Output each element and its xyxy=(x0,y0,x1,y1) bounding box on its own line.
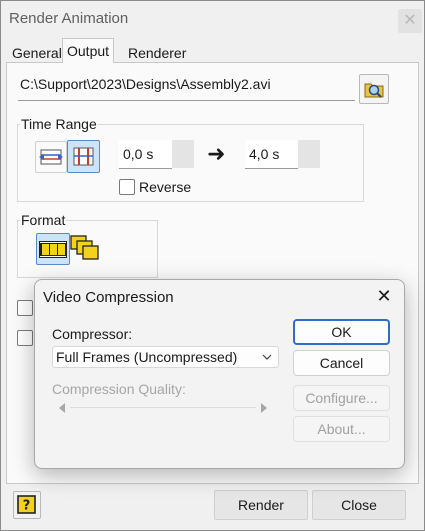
tab-general[interactable]: General xyxy=(8,43,66,63)
cancel-button[interactable]: Cancel xyxy=(293,350,390,376)
modal-title: Video Compression xyxy=(43,289,174,306)
close-button[interactable]: Close xyxy=(312,490,406,520)
compressor-label: Compressor: xyxy=(52,326,133,342)
about-button[interactable]: About... xyxy=(293,416,390,442)
help-button[interactable]: ? xyxy=(13,491,41,519)
slider-right-arrow-icon xyxy=(261,403,267,413)
start-time-spinner[interactable] xyxy=(172,140,194,168)
quality-label: Compression Quality: xyxy=(52,381,186,397)
render-button[interactable]: Render xyxy=(214,490,308,520)
output-file-path[interactable]: C:\Support\2023\Designs\Assembly2.avi xyxy=(20,76,271,92)
arrow-right-icon: ➜ xyxy=(207,141,226,166)
start-time-field[interactable]: 0,0 s xyxy=(119,140,172,169)
help-icon: ? xyxy=(17,495,36,514)
option-checkbox-1[interactable] xyxy=(17,300,33,316)
close-icon: ✕ xyxy=(403,12,417,29)
browse-button[interactable] xyxy=(359,74,389,104)
window-title: Render Animation xyxy=(9,10,129,27)
video-compression-dialog: Video Compression ✕ Compressor: Full Fra… xyxy=(34,279,405,469)
slider-track xyxy=(70,407,256,408)
format-images-button[interactable] xyxy=(69,233,101,263)
path-underline xyxy=(18,100,355,101)
window-close-button[interactable]: ✕ xyxy=(398,9,422,33)
compressor-value: Full Frames (Uncompressed) xyxy=(56,349,238,365)
format-video-button[interactable] xyxy=(36,233,70,265)
end-time-field[interactable]: 4,0 s xyxy=(245,140,298,169)
end-time-spinner[interactable] xyxy=(298,140,320,168)
tab-renderer[interactable]: Renderer xyxy=(124,43,190,63)
film-strip-icon xyxy=(39,241,67,258)
folder-search-icon xyxy=(364,83,384,98)
time-range-label: Time Range xyxy=(20,116,98,132)
tab-output[interactable]: Output xyxy=(62,38,115,63)
full-range-button[interactable] xyxy=(35,141,67,173)
compressor-select[interactable]: Full Frames (Uncompressed) xyxy=(52,346,279,368)
modal-close-button[interactable]: ✕ xyxy=(374,286,394,306)
custom-range-button[interactable] xyxy=(67,140,100,173)
reverse-label: Reverse xyxy=(139,179,192,195)
option-checkbox-2[interactable] xyxy=(17,330,33,346)
chevron-down-icon xyxy=(262,354,272,360)
configure-button[interactable]: Configure... xyxy=(293,385,390,411)
time-range-full-icon xyxy=(39,149,63,165)
quality-slider[interactable] xyxy=(52,401,274,415)
slider-left-arrow-icon xyxy=(59,403,65,413)
svg-text:?: ? xyxy=(23,499,31,514)
close-icon: ✕ xyxy=(376,286,392,306)
format-label: Format xyxy=(20,212,67,228)
reverse-checkbox[interactable] xyxy=(119,179,135,195)
image-sequence-icon xyxy=(70,235,99,260)
time-range-custom-icon xyxy=(73,147,94,166)
ok-button[interactable]: OK xyxy=(293,319,390,345)
